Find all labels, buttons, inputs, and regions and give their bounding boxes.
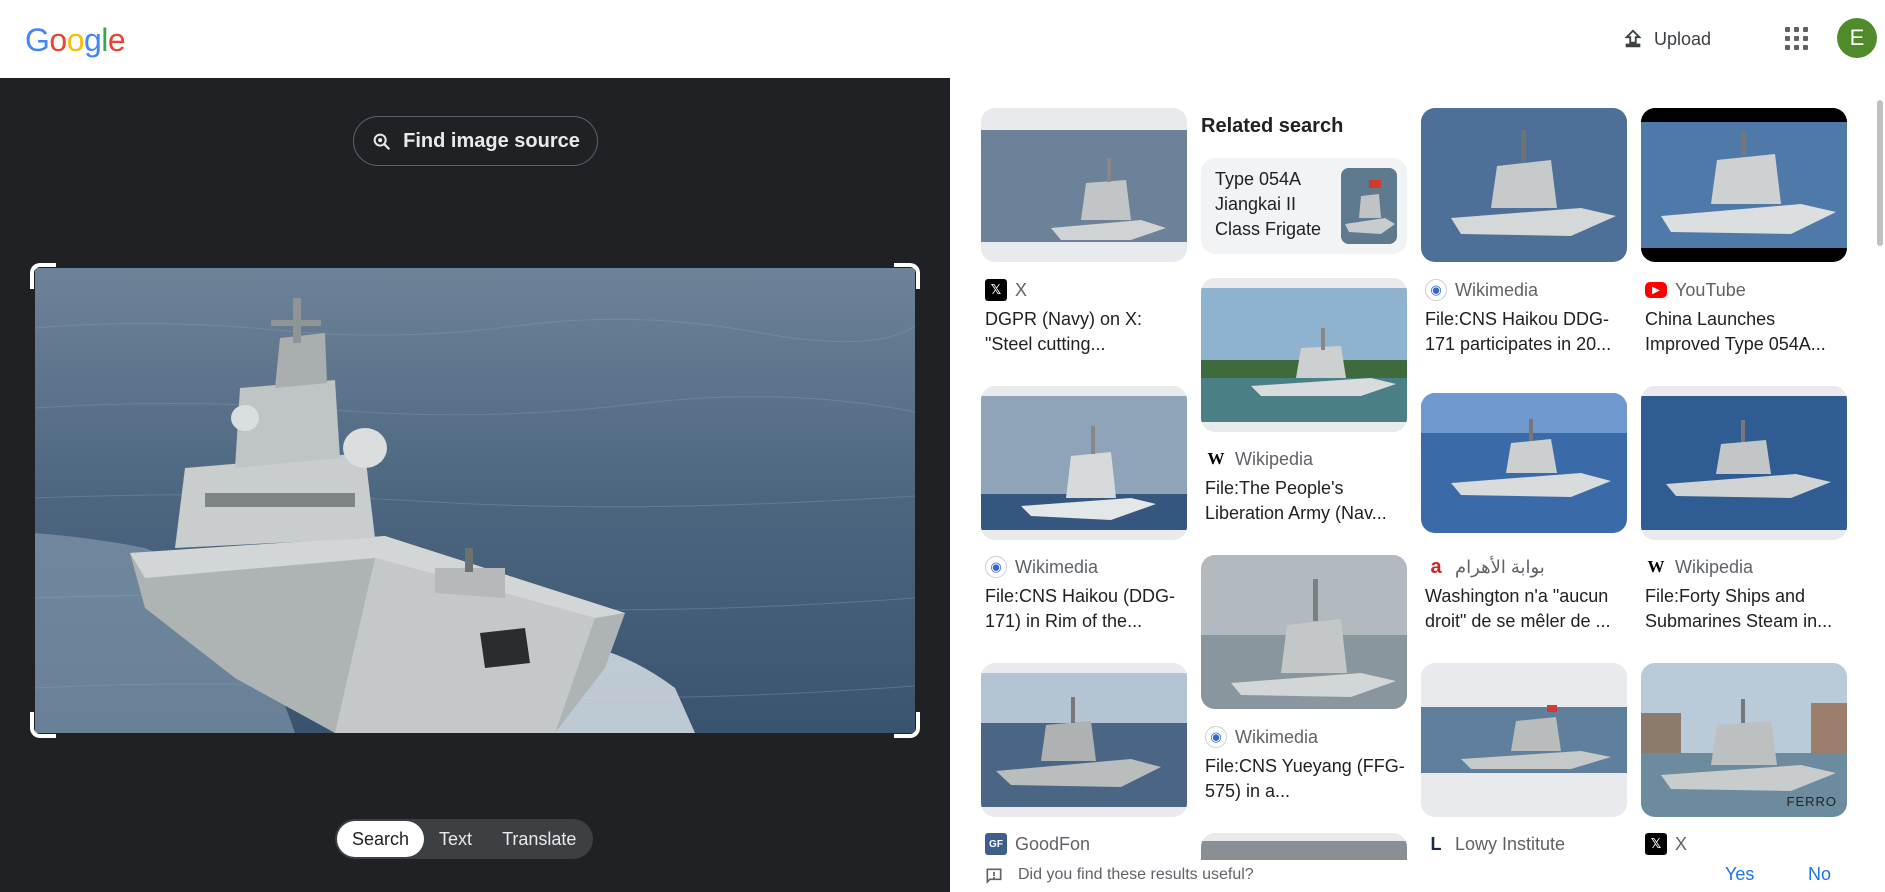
feedback-no-button[interactable]: No [1808,864,1831,885]
result-image[interactable] [1421,108,1627,262]
result-source[interactable]: W Wikipedia [1205,447,1313,471]
crop-handle-bottom-left[interactable] [30,712,56,738]
result-title[interactable]: File:CNS Haikou (DDG-171) in Rim of the.… [985,584,1191,634]
result-title[interactable]: China Launches Improved Type 054A... [1645,307,1851,357]
logo-letter: G [25,22,50,58]
query-image [35,268,915,733]
result-title[interactable]: File:CNS Haikou DDG-171 participates in … [1425,307,1631,357]
crop-handle-top-left[interactable] [30,263,56,289]
result-source-name: GoodFon [1015,833,1091,854]
google-logo[interactable]: Google [25,22,126,59]
result-image[interactable] [1421,663,1627,817]
result-title[interactable]: DGPR (Navy) on X: "Steel cutting... [985,307,1191,357]
result-title[interactable]: File:The People's Liberation Army (Nav..… [1205,476,1411,526]
tab-text[interactable]: Text [424,821,487,857]
logo-letter: g [83,22,102,58]
result-source[interactable]: ◉ Wikimedia [985,555,1098,579]
lowy-institute-logo-icon: L [1425,833,1447,855]
google-apps-icon[interactable] [1782,24,1812,54]
result-title[interactable]: File:CNS Yueyang (FFG-575) in a... [1205,754,1411,804]
result-source[interactable]: 𝕏 X [985,278,1027,302]
related-search-text: Type 054A Jiangkai II Class Frigate [1215,169,1322,239]
find-image-source-button[interactable]: Find image source [353,116,598,166]
result-source-name: Wikimedia [1455,279,1539,300]
result-image[interactable] [1641,108,1847,262]
ahram-logo-icon: a [1425,556,1447,578]
result-source-name: Wikipedia [1235,448,1314,469]
feedback-yes-button[interactable]: Yes [1725,864,1754,885]
results-scrollbar[interactable] [1877,100,1883,246]
result-source-name: Wikimedia [1235,726,1319,747]
result-image[interactable] [981,386,1187,540]
result-source[interactable]: ▶ YouTube [1645,278,1746,302]
account-avatar[interactable]: E [1837,18,1877,58]
tab-search[interactable]: Search [337,821,425,857]
feedback-icon [986,868,1002,884]
feedback-bar: Did you find these results useful? Yes N… [950,860,1885,892]
related-search-chip[interactable]: Type 054A Jiangkai II Class Frigate [1201,158,1407,254]
lens-mode-tabs: Search Text Translate [335,819,594,859]
related-search-heading: Related search [1201,115,1344,137]
result-image[interactable] [1201,555,1407,709]
result-source[interactable]: a بوابة الأهرام [1425,555,1545,579]
result-source[interactable]: ◉ Wikimedia [1205,725,1318,749]
result-source[interactable]: GF GoodFon [985,832,1090,856]
upload-button[interactable]: Upload [1610,20,1723,58]
result-image[interactable] [981,108,1187,262]
logo-letter: o [49,22,67,58]
logo-letter: l [101,22,108,58]
wikimedia-logo-icon: ◉ [1425,279,1447,301]
logo-letter: e [107,22,126,58]
youtube-logo-icon: ▶ [1645,282,1667,298]
result-source-name: Wikipedia [1675,556,1754,577]
result-source[interactable]: W Wikipedia [1645,555,1753,579]
results-panel: 𝕏 X DGPR (Navy) on X: "Steel cutting... … [950,78,1885,892]
result-source-name: X [1015,279,1028,300]
result-source[interactable]: L Lowy Institute [1425,832,1565,856]
x-logo-icon: 𝕏 [985,279,1007,301]
logo-letter: o [66,22,85,58]
result-title[interactable]: Washington n'a "aucun droit" de se mêler… [1425,584,1631,634]
result-image[interactable] [1201,278,1407,432]
result-image[interactable] [981,663,1187,817]
feedback-question: Did you find these results useful? [1018,866,1254,883]
upload-label: Upload [1654,28,1712,49]
result-source-name: بوابة الأهرام [1455,556,1545,577]
crop-handle-top-right[interactable] [894,263,920,289]
crop-handle-bottom-right[interactable] [894,712,920,738]
result-image[interactable]: FERRO [1641,663,1847,817]
tab-translate[interactable]: Translate [487,821,591,857]
result-title[interactable]: File:Forty Ships and Submarines Steam in… [1645,584,1851,634]
upload-icon [1624,29,1642,48]
lens-search-icon [373,133,391,151]
image-crop-selection[interactable] [30,263,920,738]
result-image[interactable] [1641,386,1847,540]
image-watermark: FERRO [1786,794,1837,809]
result-source-name: Lowy Institute [1455,833,1566,854]
wikimedia-logo-icon: ◉ [1205,726,1227,748]
top-bar: Google Upload E [0,0,1885,78]
lens-image-panel: Find image source Search Text Translate [0,78,950,892]
result-image[interactable] [1421,393,1627,533]
wikipedia-logo-icon: W [1645,556,1667,578]
x-logo-icon: 𝕏 [1645,833,1667,855]
wikimedia-logo-icon: ◉ [985,556,1007,578]
result-source[interactable]: ◉ Wikimedia [1425,278,1538,302]
result-source-name: Wikimedia [1015,556,1099,577]
wikipedia-logo-icon: W [1205,448,1227,470]
result-source-name: X [1675,833,1688,854]
related-search-thumbnail [1341,168,1397,244]
find-image-source-label: Find image source [403,129,580,152]
result-source[interactable]: 𝕏 X [1645,832,1687,856]
result-source-name: YouTube [1675,279,1746,300]
goodfon-logo-icon: GF [985,833,1007,855]
